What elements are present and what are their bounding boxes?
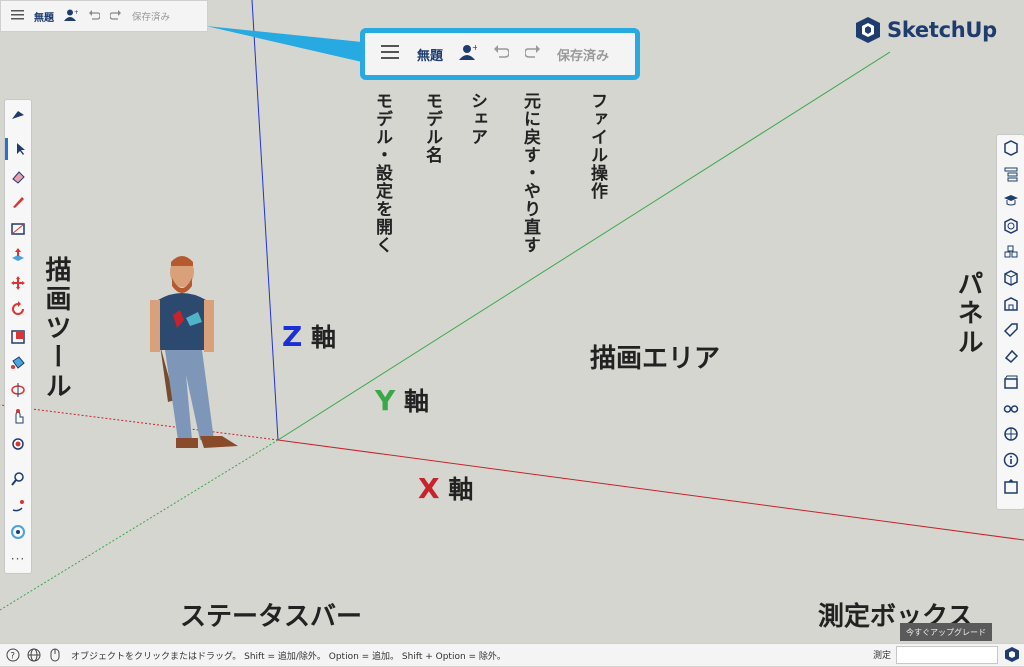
select-icon[interactable]: [5, 138, 31, 160]
info-icon[interactable]: [997, 449, 1024, 471]
section-plane-icon[interactable]: [5, 379, 31, 401]
share-icon[interactable]: +: [64, 9, 79, 24]
model-title-large: 無題: [417, 48, 444, 64]
paint-bucket-icon[interactable]: [5, 352, 31, 374]
annotation-undo-redo: 元に戻す・やり直す: [520, 92, 540, 254]
svg-text:+: +: [74, 9, 78, 16]
look-around-icon[interactable]: [5, 521, 31, 543]
walk-icon[interactable]: [5, 495, 31, 517]
toolbar-callout: 無題 + 保存済み: [360, 28, 640, 80]
y-axis-text: 軸: [404, 387, 430, 416]
entity-info-icon[interactable]: [997, 137, 1024, 159]
annotation-share: シェア: [467, 92, 487, 146]
styles-icon[interactable]: [997, 267, 1024, 289]
scale-figure: [150, 256, 238, 448]
annotation-x-axis: X 軸: [418, 470, 473, 506]
move-icon[interactable]: [5, 272, 31, 294]
outliner-icon[interactable]: [997, 163, 1024, 185]
share-icon-large: +: [459, 43, 479, 64]
sketchup-logo: SketchUp: [855, 16, 997, 44]
y-axis-negative: [0, 439, 279, 611]
annotation-z-axis: Z 軸: [282, 318, 336, 354]
annotation-file-ops: ファイル操作: [587, 92, 607, 200]
onboarding-icon[interactable]: [5, 104, 31, 126]
svg-text:?: ?: [10, 652, 15, 662]
annotation-model-name: モデル名: [422, 92, 442, 164]
x-axis-line: [277, 439, 1024, 541]
export-icon[interactable]: [997, 475, 1024, 497]
soften-edges-icon[interactable]: [997, 345, 1024, 367]
x-axis-letter: X: [418, 472, 440, 505]
globe-icon[interactable]: [26, 647, 42, 663]
drawing-viewport[interactable]: [0, 0, 1024, 665]
undo-icon-large: [493, 45, 510, 63]
annotation-y-axis: Y 軸: [375, 382, 429, 418]
push-pull-icon[interactable]: [5, 244, 31, 266]
x-axis-text: 軸: [448, 475, 474, 504]
sketchup-small-logo-icon: [1004, 646, 1020, 667]
annotation-draw-tools: 描画ツール: [41, 256, 71, 401]
save-status: 保存済み: [132, 12, 171, 23]
y-axis-letter: Y: [375, 384, 396, 417]
pencil-icon[interactable]: [5, 191, 31, 213]
scale-icon[interactable]: [5, 326, 31, 348]
tape-measure-icon[interactable]: [5, 433, 31, 455]
measure-label: 測定: [873, 651, 892, 661]
search-icon[interactable]: [5, 468, 31, 490]
axes-canvas: [0, 0, 1024, 611]
display-icon[interactable]: [997, 397, 1024, 419]
eraser-icon[interactable]: [5, 166, 31, 188]
menu-icon[interactable]: [11, 9, 24, 23]
save-status-large: 保存済み: [557, 48, 610, 64]
annotation-status-bar: ステータスバー: [180, 602, 363, 632]
annotation-drawing-area: 描画エリア: [590, 344, 721, 374]
status-bar: ? オブジェクトをクリックまたはドラッグ。 Shift = 追加/除外。 Opt…: [0, 643, 1024, 666]
tags-icon[interactable]: [997, 319, 1024, 341]
upgrade-button[interactable]: 今すぐアップグレード: [900, 623, 992, 641]
materials-icon[interactable]: [997, 215, 1024, 237]
logo-text: SketchUp: [887, 18, 997, 42]
components-icon[interactable]: [997, 241, 1024, 263]
x-axis-negative: [0, 404, 279, 441]
mouse-icon[interactable]: [47, 647, 63, 663]
3d-warehouse-icon[interactable]: [997, 293, 1024, 315]
shadows-icon[interactable]: [997, 423, 1024, 445]
rotate-icon[interactable]: [5, 298, 31, 320]
z-axis-letter: Z: [282, 320, 303, 353]
redo-icon[interactable]: [109, 9, 122, 23]
redo-icon-large: [524, 45, 541, 63]
z-axis-text: 軸: [311, 323, 337, 352]
menu-icon-large: [381, 45, 399, 63]
more-icon[interactable]: ···: [5, 548, 31, 570]
help-icon[interactable]: ?: [5, 647, 21, 663]
svg-text:+: +: [472, 44, 477, 52]
drawing-toolbar: ···: [4, 99, 32, 574]
annotation-open-model: モデル・設定を開く: [372, 92, 392, 254]
callout-pointer: [206, 26, 362, 62]
top-toolbar: 無題 + 保存済み: [0, 0, 208, 32]
annotation-panels: パネル: [953, 270, 983, 357]
measure-input[interactable]: [896, 646, 998, 664]
status-hint: オブジェクトをクリックまたはドラッグ。 Shift = 追加/除外。 Optio…: [71, 651, 506, 662]
model-title[interactable]: 無題: [34, 9, 54, 24]
orbit-icon[interactable]: [5, 406, 31, 428]
panels-bar: [996, 134, 1024, 510]
z-axis-line: [251, 0, 279, 441]
undo-icon[interactable]: [88, 9, 101, 23]
instructor-icon[interactable]: [997, 189, 1024, 211]
rectangle-icon[interactable]: [5, 218, 31, 240]
scenes-icon[interactable]: [997, 371, 1024, 393]
sketchup-logo-icon: [856, 17, 880, 43]
